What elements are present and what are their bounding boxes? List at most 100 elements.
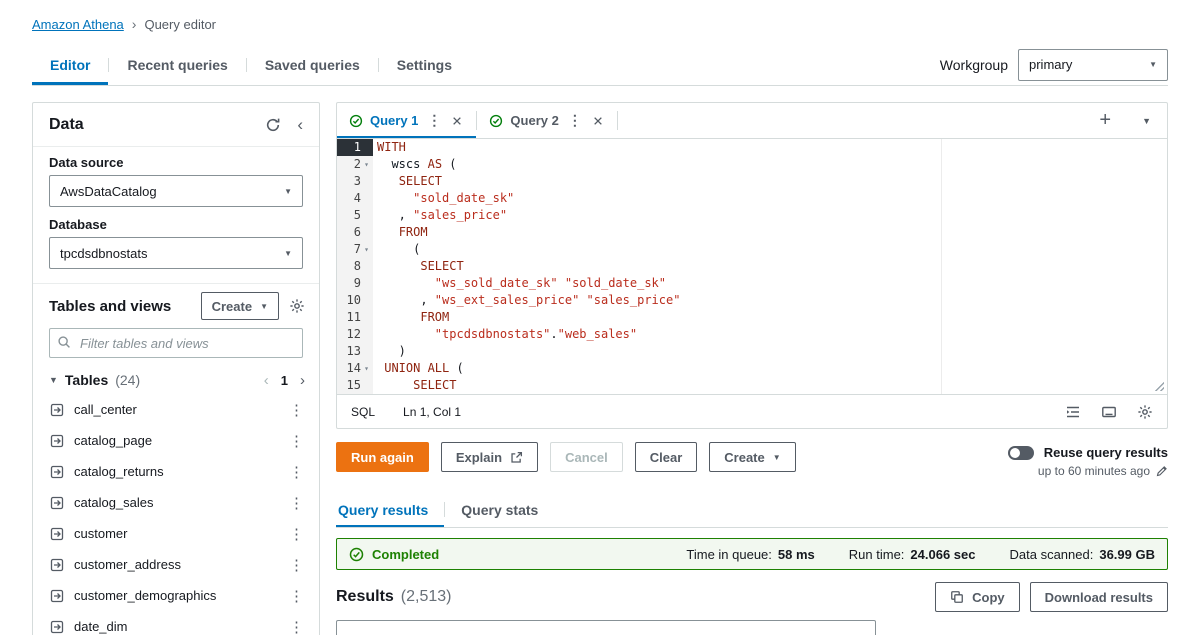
code-line[interactable]: 10 , "ws_ext_sales_price" "sales_price" — [337, 292, 1167, 309]
code-line[interactable]: 9 "ws_sold_date_sk" "sold_date_sk" — [337, 275, 1167, 292]
code-line[interactable]: 3 SELECT — [337, 173, 1167, 190]
reuse-results-toggle[interactable] — [1007, 445, 1034, 460]
table-row[interactable]: customer_address ⋮ — [33, 549, 319, 580]
table-row[interactable]: catalog_returns ⋮ — [33, 456, 319, 487]
keyboard-shortcuts-icon[interactable] — [1101, 404, 1117, 420]
table-actions-menu-icon[interactable]: ⋮ — [286, 401, 307, 419]
code-line[interactable]: 14 ▾ UNION ALL ( — [337, 360, 1167, 377]
code-line[interactable]: 15 SELECT — [337, 377, 1167, 394]
code-line[interactable]: 13 ) — [337, 343, 1167, 360]
tab-recent-queries[interactable]: Recent queries — [109, 44, 245, 85]
new-query-tab-icon[interactable]: + — [1085, 109, 1125, 132]
table-name[interactable]: call_center — [74, 402, 137, 417]
tables-expander-icon[interactable]: ▼ — [49, 375, 58, 385]
expand-table-icon[interactable] — [49, 495, 65, 511]
table-actions-menu-icon[interactable]: ⋮ — [286, 432, 307, 450]
query-tab-1[interactable]: Query 1 ⋮ — [337, 103, 476, 138]
code-line[interactable]: 2 ▾ wscs AS ( — [337, 156, 1167, 173]
table-name[interactable]: catalog_sales — [74, 495, 154, 510]
code-line[interactable]: 8 SELECT — [337, 258, 1167, 275]
expand-table-icon[interactable] — [49, 526, 65, 542]
close-tab-icon[interactable] — [591, 116, 605, 126]
tab-editor[interactable]: Editor — [32, 44, 108, 85]
breadcrumb-current: Query editor — [144, 16, 217, 32]
code-line[interactable]: 6 FROM — [337, 224, 1167, 241]
table-row[interactable]: customer ⋮ — [33, 518, 319, 549]
download-results-button[interactable]: Download results — [1029, 582, 1168, 612]
database-select[interactable]: tpcdsdbnostats ▼ — [49, 237, 303, 269]
table-actions-menu-icon[interactable]: ⋮ — [286, 587, 307, 605]
table-name[interactable]: customer_address — [74, 557, 181, 572]
page-number[interactable]: 1 — [281, 373, 288, 388]
create-dropdown-button[interactable]: Create ▼ — [709, 442, 796, 472]
query-tab-menu-icon[interactable]: ⋮ — [566, 112, 584, 129]
expand-table-icon[interactable] — [49, 619, 65, 635]
format-query-icon[interactable] — [1065, 404, 1081, 420]
table-actions-menu-icon[interactable]: ⋮ — [286, 618, 307, 635]
table-row[interactable]: customer_demographics ⋮ — [33, 580, 319, 611]
tab-settings[interactable]: Settings — [379, 44, 470, 85]
tab-saved-queries[interactable]: Saved queries — [247, 44, 378, 85]
table-name[interactable]: date_dim — [74, 619, 127, 634]
query-tab-menu-icon[interactable]: ⋮ — [425, 112, 443, 129]
clear-button[interactable]: Clear — [634, 442, 698, 472]
table-actions-menu-icon[interactable]: ⋮ — [286, 463, 307, 481]
cancel-button[interactable]: Cancel — [550, 442, 623, 472]
table-row[interactable]: date_dim ⋮ — [33, 611, 319, 635]
copy-button[interactable]: Copy — [935, 582, 1020, 612]
table-actions-menu-icon[interactable]: ⋮ — [286, 494, 307, 512]
code-line[interactable]: 5 , "sales_price" — [337, 207, 1167, 224]
expand-table-icon[interactable] — [49, 402, 65, 418]
workgroup-select[interactable]: primary ▼ — [1018, 48, 1168, 81]
table-name[interactable]: customer_demographics — [74, 588, 216, 603]
previous-page-icon[interactable]: ‹ — [264, 372, 269, 389]
tab-overflow-icon[interactable]: ▼ — [1126, 116, 1167, 126]
code-line[interactable]: 1 WITH — [337, 139, 1167, 156]
table-row[interactable]: catalog_page ⋮ — [33, 425, 319, 456]
close-tab-icon[interactable] — [450, 116, 464, 126]
filter-tables-input[interactable] — [49, 328, 303, 358]
table-actions-menu-icon[interactable]: ⋮ — [286, 556, 307, 574]
stat-value: 24.066 sec — [910, 546, 976, 562]
code-line[interactable]: 12 "tpcdsdbnostats"."web_sales" — [337, 326, 1167, 343]
fold-icon[interactable]: ▾ — [361, 156, 372, 173]
collapse-panel-icon[interactable]: ‹ — [297, 115, 303, 135]
table-row[interactable]: catalog_sales ⋮ — [33, 487, 319, 518]
editor-settings-gear-icon[interactable] — [1137, 404, 1153, 420]
data-scanned-stat: Data scanned: 36.99 GB — [1010, 547, 1156, 562]
table-row[interactable]: call_center ⋮ — [33, 394, 319, 425]
refresh-icon[interactable] — [265, 117, 281, 133]
tab-saved-queries-label: Saved queries — [264, 56, 360, 73]
tab-query-results[interactable]: Query results — [336, 492, 444, 527]
expand-table-icon[interactable] — [49, 464, 65, 480]
expand-table-icon[interactable] — [49, 433, 65, 449]
data-source-select[interactable]: AwsDataCatalog ▼ — [49, 175, 303, 207]
code-lines: 1 WITH 2 ▾ wscs AS (3 SELECT 4 "sold_date_sk… — [337, 139, 1167, 394]
query-tab-2[interactable]: Query 2 ⋮ — [477, 103, 616, 138]
table-name[interactable]: customer — [74, 526, 127, 541]
query-editor-main: Query 1 ⋮ Query 2 ⋮ + ▼ 1 WITH 2 ▾ wscs … — [336, 102, 1168, 635]
next-page-icon[interactable]: › — [300, 372, 305, 389]
code-line[interactable]: 4 "sold_date_sk" — [337, 190, 1167, 207]
code-line[interactable]: 7 ▾ ( — [337, 241, 1167, 258]
code-line[interactable]: 11 FROM — [337, 309, 1167, 326]
code-text: ( — [377, 242, 421, 256]
fold-icon[interactable]: ▾ — [361, 360, 372, 377]
breadcrumb-home-link[interactable]: Amazon Athena — [32, 17, 124, 32]
table-name[interactable]: catalog_page — [74, 433, 152, 448]
tables-count: (24) — [115, 372, 141, 388]
tab-query-stats[interactable]: Query stats — [445, 492, 554, 527]
expand-table-icon[interactable] — [49, 588, 65, 604]
gear-icon[interactable] — [289, 298, 305, 314]
fold-icon[interactable]: ▾ — [361, 241, 372, 258]
create-button[interactable]: Create ▼ — [200, 292, 279, 320]
results-filter-input[interactable] — [336, 620, 876, 635]
expand-table-icon[interactable] — [49, 557, 65, 573]
table-name[interactable]: catalog_returns — [74, 464, 164, 479]
query-tab-label: Query 2 — [510, 113, 559, 128]
table-actions-menu-icon[interactable]: ⋮ — [286, 525, 307, 543]
edit-pencil-icon[interactable] — [1156, 465, 1168, 477]
sql-editor[interactable]: 1 WITH 2 ▾ wscs AS (3 SELECT 4 "sold_date_sk… — [337, 139, 1167, 394]
run-again-button[interactable]: Run again — [336, 442, 429, 472]
explain-button[interactable]: Explain — [440, 442, 539, 472]
